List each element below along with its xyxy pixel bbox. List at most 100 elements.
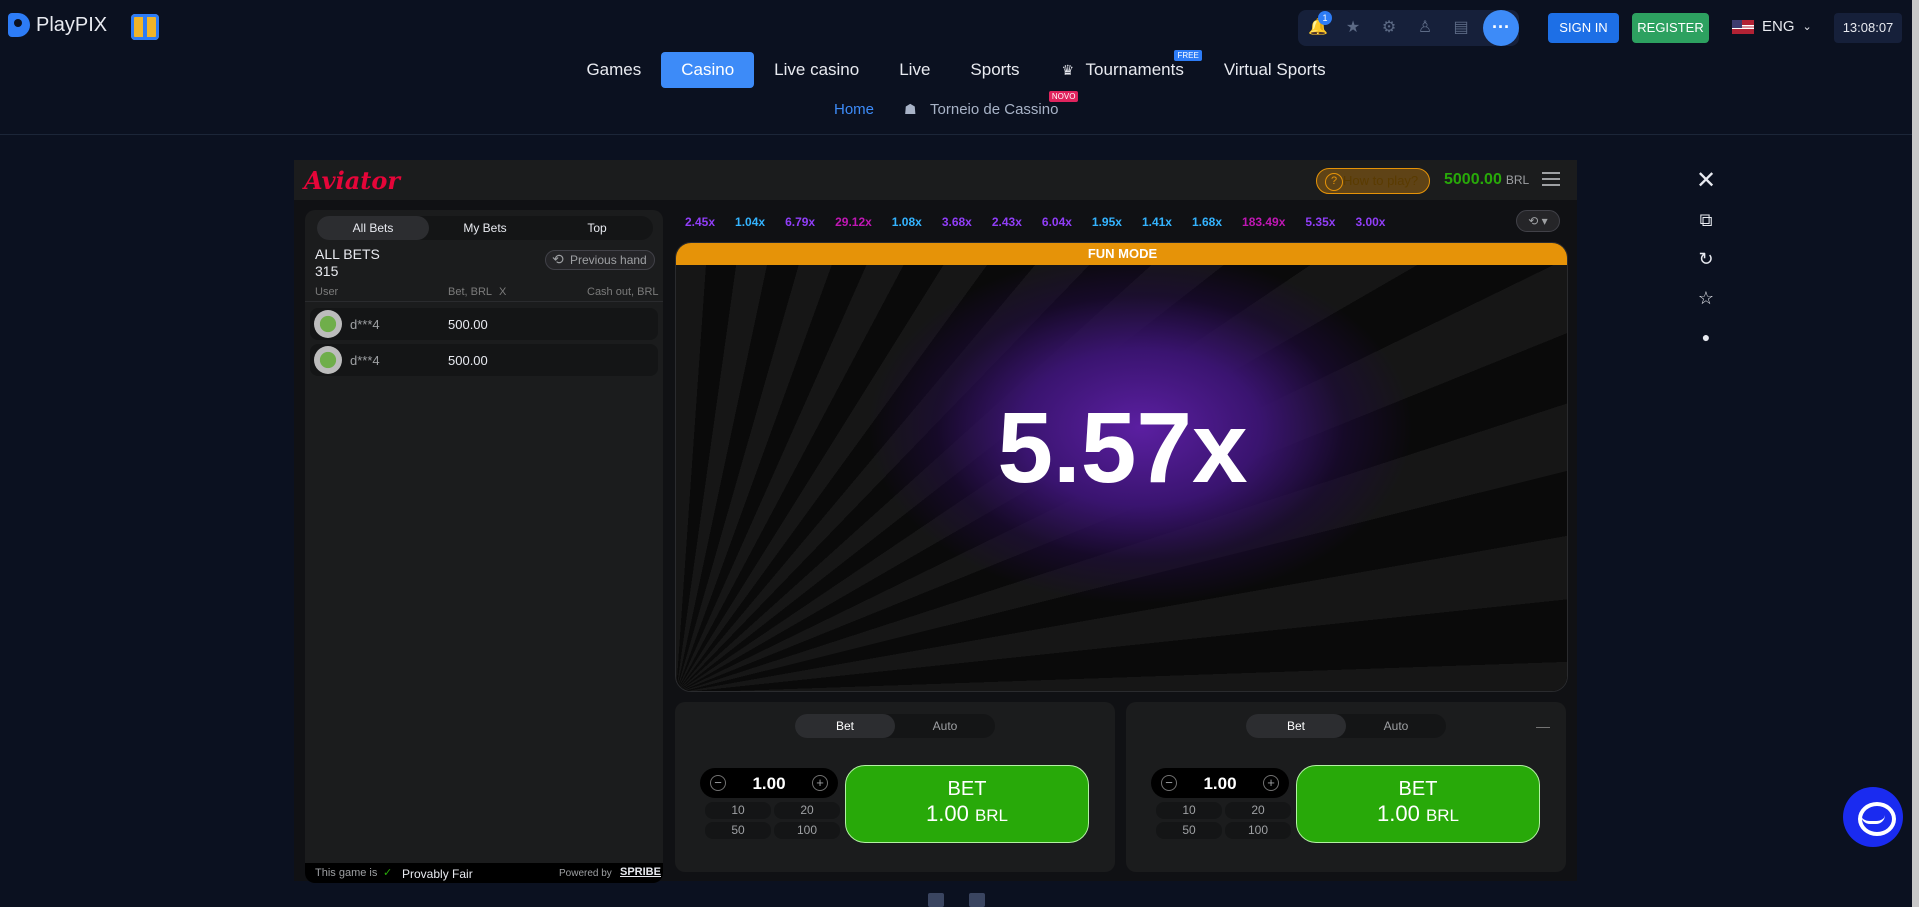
bell-icon[interactable]: 🔔 1: [1308, 11, 1332, 37]
bet-button[interactable]: BET 1.00 BRL: [845, 765, 1089, 843]
col-x: X: [499, 286, 507, 298]
quick-amount[interactable]: 10: [705, 802, 771, 819]
more-icon[interactable]: ···: [1483, 10, 1519, 46]
tab-top[interactable]: Top: [541, 216, 653, 240]
bet-panel-1: Bet Auto − 1.00 + 10 20 50 100 BET 1.00 …: [675, 702, 1115, 872]
nav-games[interactable]: Games: [566, 52, 661, 88]
award-icon[interactable]: ♙: [1416, 19, 1434, 37]
nav-tournaments-label: Tournaments: [1085, 60, 1184, 79]
multiplier-chip: 6.79x: [785, 215, 816, 229]
nav-virtual-sports[interactable]: Virtual Sports: [1204, 52, 1346, 88]
multiplier-chip: 2.45x: [685, 215, 716, 229]
quick-amount[interactable]: 50: [1156, 822, 1222, 839]
nav-live[interactable]: Live: [879, 52, 950, 88]
tab-auto[interactable]: Auto: [1346, 714, 1446, 738]
gift-icon[interactable]: [131, 14, 159, 40]
toggle-icon[interactable]: ●: [1696, 327, 1716, 347]
col-user: User: [315, 286, 339, 298]
tab-bet[interactable]: Bet: [1246, 714, 1346, 738]
tab-all-bets[interactable]: All Bets: [317, 216, 429, 240]
powered-by: Powered by: [559, 868, 612, 879]
favorite-icon[interactable]: ☆: [1696, 288, 1716, 308]
bet-amount-input[interactable]: 1.00: [1183, 774, 1257, 794]
bets-tabs: All Bets My Bets Top: [317, 216, 653, 240]
multiplier-chip: 183.49x: [1242, 215, 1286, 229]
all-bets-count: 315: [315, 263, 339, 279]
history-toggle-icon[interactable]: ⟲ ▾: [1516, 210, 1560, 232]
multiplier-history: 2.45x 1.04x 6.79x 29.12x 1.08x 3.68x 2.43x 6.04…: [675, 210, 1537, 234]
novo-badge: NOVO: [1048, 91, 1079, 102]
nav-tournaments[interactable]: ♛ Tournaments FREE: [1040, 50, 1204, 88]
footer-text: This game is: [315, 867, 378, 879]
split-view-icon[interactable]: [969, 893, 985, 907]
list-icon[interactable]: ▤: [1452, 19, 1470, 37]
tab-bet[interactable]: Bet: [795, 714, 895, 738]
nav-sports[interactable]: Sports: [950, 52, 1039, 88]
multiplier-chip: 5.35x: [1305, 215, 1336, 229]
bet-button[interactable]: BET 1.00 BRL: [1296, 765, 1540, 843]
menu-icon[interactable]: [1542, 172, 1560, 186]
nav-casino[interactable]: Casino: [661, 52, 755, 88]
remove-panel-icon[interactable]: —: [1536, 718, 1550, 734]
multiplier-chip: 1.68x: [1191, 215, 1223, 229]
single-view-icon[interactable]: [928, 893, 944, 907]
multiplier-chip: 1.04x: [735, 215, 766, 229]
bet-row: d***4 500.00: [310, 344, 658, 376]
nav-live-casino[interactable]: Live casino: [754, 52, 879, 88]
quick-amount[interactable]: 20: [1225, 802, 1291, 819]
how-to-play-button[interactable]: How to play?: [1316, 168, 1430, 194]
register-button[interactable]: REGISTER: [1632, 13, 1709, 43]
sign-in-button[interactable]: SIGN IN: [1548, 13, 1619, 43]
quick-amount[interactable]: 10: [1156, 802, 1222, 819]
balance-currency: BRL: [1505, 173, 1530, 187]
multiplier-chip: 29.12x: [835, 215, 872, 229]
provably-fair-link[interactable]: Provably Fair: [402, 867, 473, 881]
minus-icon[interactable]: −: [710, 775, 726, 791]
quick-amount[interactable]: 50: [705, 822, 771, 839]
aviator-logo: Aviator: [304, 166, 400, 195]
bet-user: d***4: [350, 353, 380, 368]
language-selector[interactable]: ENG ⌄: [1732, 18, 1812, 35]
free-badge: FREE: [1174, 50, 1202, 61]
site-logo[interactable]: PlayPIX: [8, 13, 107, 37]
plus-icon[interactable]: +: [1263, 775, 1279, 791]
multiplier-chip: 6.04x: [1041, 215, 1072, 229]
close-icon[interactable]: ✕: [1696, 169, 1716, 193]
chat-icon[interactable]: [1843, 787, 1903, 847]
bet-button-amount-line: 1.00 BRL: [1297, 801, 1539, 827]
game-header: Aviator How to play? 5000.00BRL: [294, 160, 1577, 200]
balance: 5000.00 BRL: [1444, 171, 1529, 189]
play-area: FUN MODE 5.57x: [675, 242, 1568, 692]
plus-icon[interactable]: +: [812, 775, 828, 791]
quick-amount[interactable]: 20: [774, 802, 840, 819]
subnav-home[interactable]: Home: [834, 101, 874, 118]
multiplier-chip: 1.08x: [891, 215, 922, 229]
bet-amount: 500.00: [448, 317, 488, 332]
tab-my-bets[interactable]: My Bets: [429, 216, 541, 240]
star-icon[interactable]: ★: [1344, 19, 1362, 37]
gear-icon[interactable]: ⚙: [1380, 19, 1398, 37]
trophy-icon: ♛: [1061, 62, 1075, 78]
quick-amount[interactable]: 100: [1225, 822, 1291, 839]
subnav-torneio[interactable]: ☗ Torneio de Cassino NOVO: [904, 91, 1079, 118]
quick-amount[interactable]: 100: [774, 822, 840, 839]
subnav-torneio-label: Torneio de Cassino: [930, 101, 1059, 118]
current-multiplier: 5.57x: [997, 392, 1248, 504]
bet-button-amount: 1.00: [925, 801, 969, 826]
refresh-icon[interactable]: ↻: [1696, 249, 1716, 269]
bet-row: d***4 500.00: [310, 308, 658, 340]
tab-auto[interactable]: Auto: [895, 714, 995, 738]
uk-flag-icon: [1732, 19, 1754, 34]
amount-stepper: − 1.00 +: [700, 768, 838, 798]
page-scrollbar[interactable]: [1912, 0, 1919, 907]
popout-icon[interactable]: ⧉: [1696, 210, 1716, 230]
bet-amount-input[interactable]: 1.00: [732, 774, 806, 794]
bets-panel: All Bets My Bets Top ALL BETS 315 Previo…: [305, 210, 663, 883]
spribe-logo: SPRIBE: [620, 866, 661, 878]
language-label: ENG: [1762, 18, 1795, 35]
sub-nav: Home ☗ Torneio de Cassino NOVO: [834, 91, 1079, 118]
previous-hand-button[interactable]: Previous hand: [545, 250, 655, 270]
bet-button-amount-line: 1.00 BRL: [846, 801, 1088, 827]
multiplier-chip: 3.00x: [1355, 215, 1386, 229]
minus-icon[interactable]: −: [1161, 775, 1177, 791]
